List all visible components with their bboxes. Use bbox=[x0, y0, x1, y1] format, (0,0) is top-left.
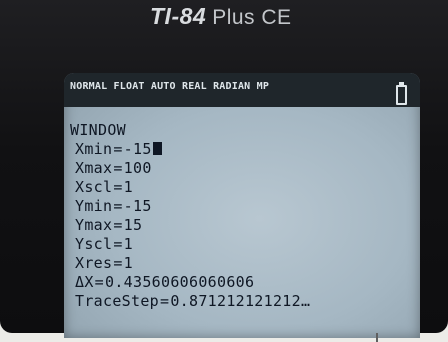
var-value[interactable]: 0.871212121212 bbox=[170, 292, 301, 310]
window-var-xres[interactable]: Xres=1 bbox=[75, 254, 133, 272]
battery-icon bbox=[396, 82, 407, 105]
window-var-xmin[interactable]: Xmin=-15 bbox=[75, 140, 162, 158]
var-value[interactable]: -15 bbox=[124, 140, 152, 158]
paper-mark bbox=[376, 333, 378, 342]
var-value[interactable]: 1 bbox=[124, 254, 133, 272]
var-value[interactable]: 1 bbox=[124, 235, 133, 253]
calculator-bezel: TI-84 Plus CE NORMAL FLOAT AUTO REAL RADI… bbox=[0, 0, 448, 338]
window-var-yscl[interactable]: Yscl=1 bbox=[75, 235, 133, 253]
var-value[interactable]: 0.43560606060606 bbox=[105, 273, 254, 291]
var-value[interactable]: 15 bbox=[124, 216, 143, 234]
var-value[interactable]: -15 bbox=[124, 197, 152, 215]
calculator-screen: NORMAL FLOAT AUTO REAL RADIAN MP WINDOW … bbox=[64, 73, 420, 338]
brand-model: TI-84 bbox=[150, 3, 207, 29]
window-var-xscl[interactable]: Xscl=1 bbox=[75, 178, 133, 196]
brand-logo: TI-84 Plus CE bbox=[150, 1, 350, 31]
var-value[interactable]: 1 bbox=[124, 178, 133, 196]
window-menu-title: WINDOW bbox=[70, 121, 126, 139]
var-name: Xscl bbox=[75, 178, 113, 196]
cursor-block bbox=[152, 142, 162, 155]
brand-suffix: Plus CE bbox=[212, 6, 292, 29]
calculator-photo: TI-84 Plus CE NORMAL FLOAT AUTO REAL RADI… bbox=[0, 0, 448, 342]
var-name: ΔX bbox=[75, 273, 94, 291]
window-var-tracestep[interactable]: TraceStep=0.871212121212… bbox=[75, 292, 310, 310]
var-name: Ymin bbox=[75, 197, 113, 215]
status-bar: NORMAL FLOAT AUTO REAL RADIAN MP bbox=[64, 73, 420, 107]
window-var-ymax[interactable]: Ymax=15 bbox=[75, 216, 142, 234]
var-name: Ymax bbox=[75, 216, 113, 234]
window-var-xmax[interactable]: Xmax=100 bbox=[75, 159, 152, 177]
var-name: Xmin bbox=[75, 140, 113, 158]
window-var-ymin[interactable]: Ymin=-15 bbox=[75, 197, 152, 215]
var-name: Yscl bbox=[75, 235, 113, 253]
mode-status-text: NORMAL FLOAT AUTO REAL RADIAN MP bbox=[70, 81, 270, 92]
var-value[interactable]: 100 bbox=[124, 159, 152, 177]
var-name: Xres bbox=[75, 254, 113, 272]
overflow-ellipsis: … bbox=[300, 292, 311, 310]
var-name: TraceStep bbox=[75, 292, 159, 310]
window-var-delta-x[interactable]: ΔX=0.43560606060606 bbox=[75, 273, 254, 291]
var-name: Xmax bbox=[75, 159, 113, 177]
